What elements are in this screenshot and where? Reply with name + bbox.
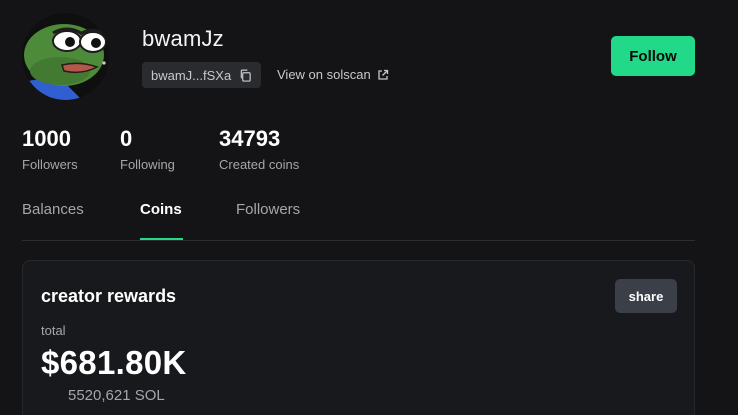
stat-label: Following — [120, 157, 175, 172]
tabs-divider — [22, 240, 695, 241]
avatar[interactable] — [22, 13, 109, 100]
external-link-icon — [378, 69, 388, 80]
pepe-frog-avatar-image — [22, 13, 109, 100]
card-title: creator rewards — [41, 286, 177, 306]
follow-button[interactable]: Follow — [611, 36, 695, 76]
total-label: total — [41, 323, 66, 338]
solscan-link[interactable]: View on solscan — [277, 67, 389, 82]
stat-created-coins[interactable]: 34793 Created coins — [219, 126, 300, 173]
copy-icon[interactable] — [239, 69, 252, 82]
total-usd-value: $681.80K — [41, 344, 187, 381]
stat-label: Followers — [22, 157, 78, 172]
stat-value: 1000 — [22, 126, 71, 151]
tab-followers[interactable]: Followers — [236, 201, 300, 218]
tab-balances[interactable]: Balances — [22, 201, 84, 218]
address-copy-chip[interactable]: bwamJ...fSXa — [142, 62, 262, 88]
stat-value: 0 — [120, 126, 133, 151]
active-tab-indicator — [140, 238, 183, 240]
solscan-link-label: View on solscan — [277, 67, 371, 82]
share-button[interactable]: share — [615, 279, 677, 313]
total-sol-value: 5520,621 SOL — [68, 387, 165, 404]
profile-page: bwamJz bwamJ...fSXa View on solscan Foll… — [0, 0, 738, 415]
stat-label: Created coins — [219, 157, 300, 172]
stat-value: 34793 — [219, 126, 281, 151]
wallet-address: bwamJ...fSXa — [151, 67, 232, 83]
stat-following[interactable]: 0 Following — [120, 126, 175, 173]
username: bwamJz — [142, 26, 224, 51]
stat-followers[interactable]: 1000 Followers — [22, 126, 78, 173]
tab-coins[interactable]: Coins — [140, 201, 182, 218]
creator-rewards-card: creator rewards share total $681.80K 552… — [22, 260, 695, 415]
